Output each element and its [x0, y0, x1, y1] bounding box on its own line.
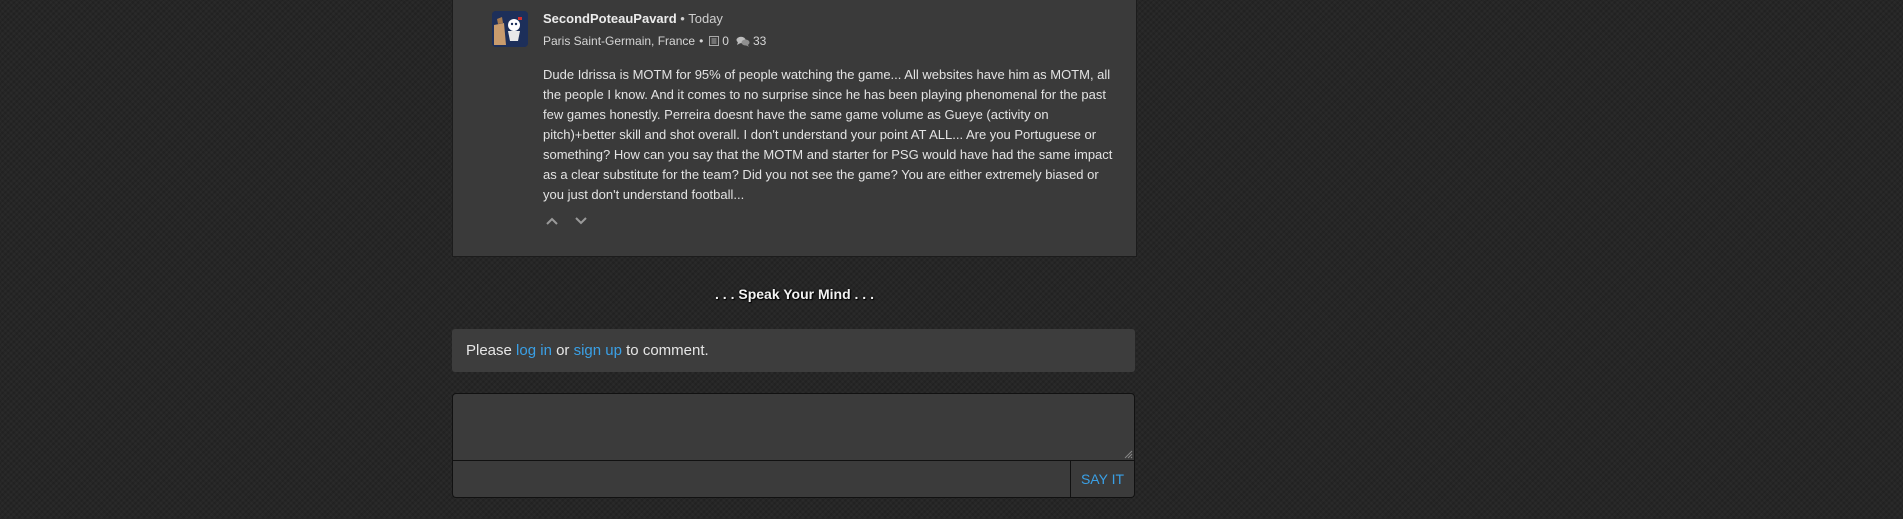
upvote-button[interactable]	[543, 214, 561, 228]
comment-textarea[interactable]	[452, 393, 1135, 461]
comment-header: SecondPoteauPavard • Today	[543, 11, 723, 26]
team-separator: •	[699, 34, 704, 48]
psg-avatar-icon[interactable]	[492, 11, 528, 47]
comment-subheader: Paris Saint-Germain, France • 0 33	[543, 34, 766, 48]
downvote-button[interactable]	[572, 214, 590, 228]
login-suffix: to comment.	[626, 342, 709, 359]
speak-your-mind-heading: . . . Speak Your Mind . . .	[715, 286, 874, 302]
chevron-up-icon	[546, 217, 558, 225]
say-it-button[interactable]: SAY IT	[1070, 461, 1134, 497]
composer-toolbar: SAY IT	[452, 461, 1135, 498]
username-link[interactable]: SecondPoteauPavard	[543, 11, 677, 26]
posts-stat: 0	[709, 34, 729, 48]
comment-card: SecondPoteauPavard • Today Paris Saint-G…	[452, 0, 1137, 257]
comment-time: Today	[688, 11, 723, 26]
posts-count: 0	[722, 34, 729, 48]
meta-separator: •	[680, 11, 685, 26]
comment-body: Dude Idrissa is MOTM for 95% of people w…	[543, 67, 1113, 202]
login-prompt: Please log in or sign up to comment.	[452, 329, 1135, 372]
document-icon	[709, 36, 720, 46]
comments-count: 33	[752, 34, 767, 48]
resize-handle-icon[interactable]	[1123, 449, 1133, 459]
comments-stat: 33	[736, 34, 766, 48]
speech-bubbles-icon	[736, 36, 750, 47]
signup-link[interactable]: sign up	[574, 342, 622, 359]
login-middle: or	[556, 342, 570, 359]
login-link[interactable]: log in	[516, 342, 552, 359]
chevron-down-icon	[575, 217, 587, 225]
user-team: Paris Saint-Germain, France	[543, 34, 696, 48]
login-prefix: Please	[466, 342, 512, 359]
